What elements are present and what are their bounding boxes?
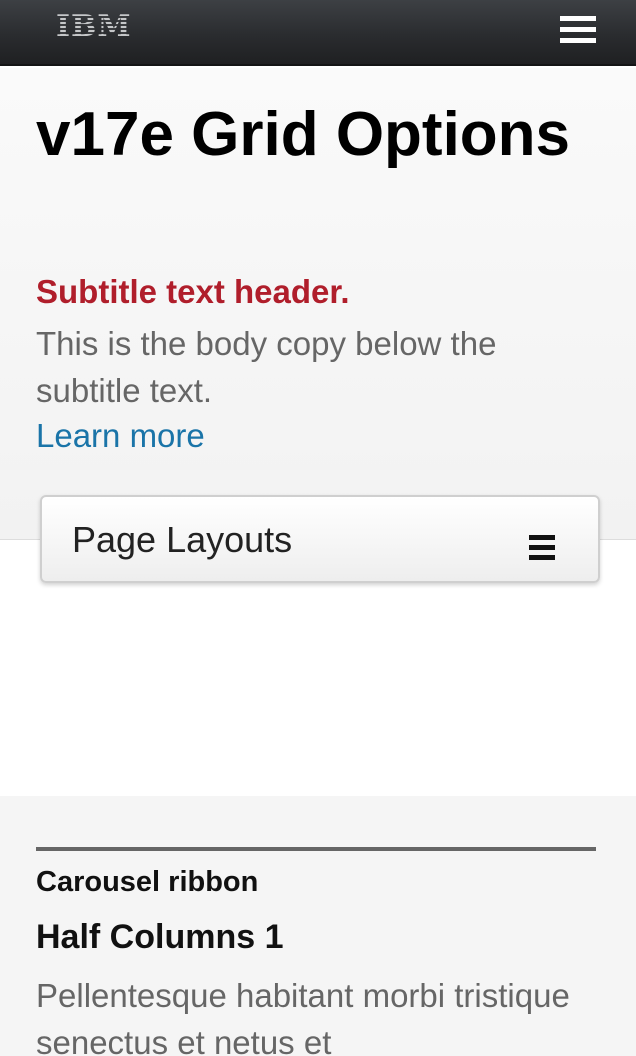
column-body-text: Pellentesque habitant morbi tristique se… — [36, 977, 570, 1056]
column-heading: Half Columns 1 — [36, 918, 284, 956]
learn-more-link[interactable]: Learn more — [36, 414, 205, 458]
menu-bar-line — [560, 16, 596, 21]
page-layouts-dropdown[interactable]: Page Layouts — [40, 495, 600, 583]
hamburger-menu-icon[interactable] — [552, 14, 604, 50]
list-icon — [529, 535, 555, 561]
carousel-ribbon-label: Carousel ribbon — [36, 866, 259, 898]
dropdown-label: Page Layouts — [72, 519, 293, 560]
menu-bar-line — [560, 38, 596, 43]
carousel-section: Carousel ribbon Half Columns 1 Pellentes… — [0, 796, 636, 1056]
top-navigation-bar: IBM — [0, 0, 636, 66]
subtitle-header: Subtitle text header. — [36, 273, 350, 310]
page-title: v17e Grid Options — [36, 100, 571, 169]
section-divider — [36, 847, 596, 851]
menu-bar-line — [560, 27, 596, 32]
hero-body-copy: This is the body copy below the subtitle… — [36, 325, 497, 409]
ibm-logo[interactable]: IBM — [56, 10, 132, 44]
